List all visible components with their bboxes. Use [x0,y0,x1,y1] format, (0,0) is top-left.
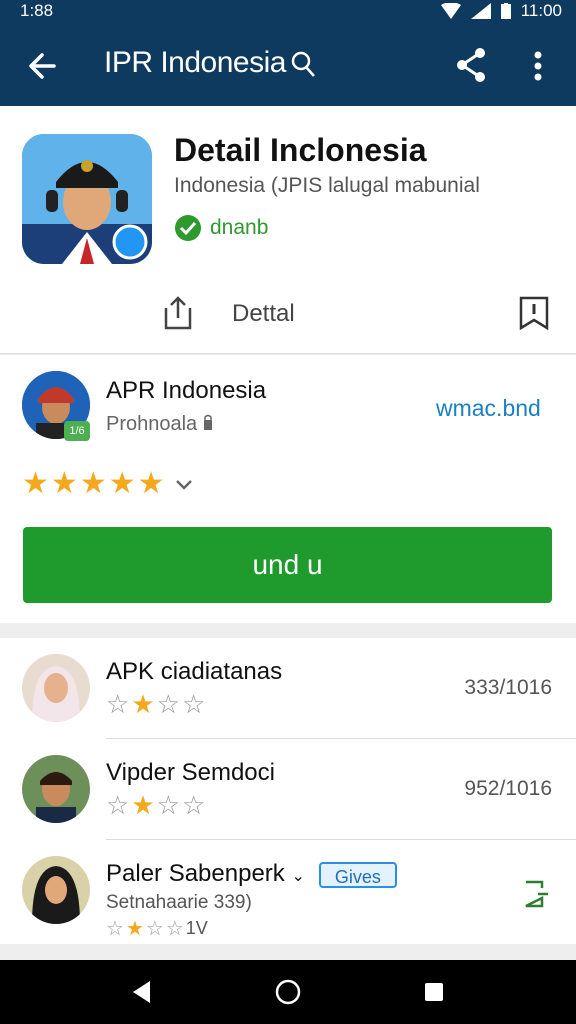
nav-home-icon[interactable] [274,978,302,1006]
app-title: Detail Inclonesia [174,132,427,168]
star-outline-icon: ☆ [156,790,180,820]
reviewer-name-text: Paler Sabenperk [106,860,285,887]
review-item[interactable]: Vipder Semdoci ☆ ★ ☆ ☆ 952/1016 [0,739,576,839]
edit-icon[interactable] [520,878,552,910]
star-outline-icon: ☆ [165,917,184,940]
review-subtitle: Setnahaarie 339) [106,892,252,913]
star-outline-icon: ☆ [181,689,206,719]
reviewer-name: APK ciadiatanas [106,658,283,685]
reviews-card: APK ciadiatanas ☆ ★ ☆ ☆ 333/1016 Vipder … [0,638,576,944]
app-icon-image [22,134,152,264]
more-options-icon[interactable] [524,48,552,84]
status-bar: 1:88 11:00 [0,0,576,24]
nav-back-icon[interactable] [128,978,156,1006]
star-outline-icon: ☆ [106,790,130,820]
rating-stars[interactable]: ★ ★ ★ ★ ★ [22,469,195,499]
chevron-down-icon[interactable] [173,473,195,495]
star-icon: ★ [79,467,107,500]
star-icon: ★ [137,467,165,500]
verified-label: dnanb [210,216,269,239]
star-outline-icon: ☆ [181,790,206,820]
star-icon: ★ [131,790,155,820]
app-subtitle: Indonesia (JPIS lalugal mabunial [174,174,480,197]
status-icons: 11:00 [440,1,562,21]
system-nav-bar [0,960,576,1024]
star-icon: ★ [108,467,136,500]
reviewer-avatar [22,856,90,924]
reviewer-avatar [22,654,90,722]
share-icon[interactable] [454,46,488,84]
review-date: 333/1016 [464,676,552,699]
review-item[interactable]: Paler Sabenperk ⌄ Gives Setnahaarie 339) … [0,840,576,940]
battery-icon [500,3,511,19]
developer-subtitle: Prohnoala [106,413,213,436]
developer-name[interactable]: APR Indonesia [106,377,266,405]
star-icon: ★ [50,467,78,500]
verified-badge: dnanb [174,214,268,242]
review-badge: Gives [318,861,397,888]
lock-icon [203,414,212,430]
app-detail-card: Detail Inclonesia Indonesia (JPIS laluga… [0,106,576,354]
developer-card: 1/6 APR Indonesia Prohnoala wmac.bnd ★ ★… [0,355,576,623]
action-row: Dettal [0,290,576,340]
upload-icon[interactable] [160,294,196,332]
review-stars: ☆ ★ ☆ ☆ [106,690,205,718]
star-outline-icon: ☆ [106,689,130,719]
app-bar: IPR Indonesia [0,24,576,106]
back-arrow-icon[interactable] [24,48,60,84]
review-date: 952/1016 [464,777,552,800]
review-item[interactable]: APK ciadiatanas ☆ ★ ☆ ☆ 333/1016 [0,638,576,738]
star-outline-icon: ☆ [106,917,124,940]
detail-label[interactable]: Dettal [232,300,295,328]
review-stars: ☆ ★ ☆ ☆ [106,791,205,819]
star-outline-icon: ☆ [145,917,164,940]
review-stars: ☆ ★ ☆ ☆ 1V [106,918,208,939]
status-clock: 11:00 [520,1,562,20]
check-circle-icon [175,215,201,241]
page-title: IPR Indonesia [104,46,318,80]
star-icon: ★ [131,689,155,719]
developer-link[interactable]: wmac.bnd [436,395,541,422]
star-outline-icon: ☆ [156,689,180,719]
install-button[interactable]: und u [23,527,552,603]
signal-icon [470,3,491,19]
star-icon: ★ [22,467,49,500]
reviewer-name: Vipder Semdoci [106,759,275,786]
status-time: 1:88 [20,1,54,20]
star-icon: ★ [125,917,144,940]
developer-subtitle-text: Prohnoala [106,413,198,435]
nav-recents-icon[interactable] [420,978,448,1006]
bookmark-icon[interactable] [516,294,552,332]
reviewer-name: Paler Sabenperk ⌄ Gives [106,860,397,888]
page-title-text: IPR Indonesia [104,46,286,79]
reviewer-avatar [22,755,90,823]
developer-badge: 1/6 [64,421,90,441]
review-rating-text: 1V [185,918,208,938]
search-person-icon [291,51,315,77]
wifi-icon [440,3,461,19]
